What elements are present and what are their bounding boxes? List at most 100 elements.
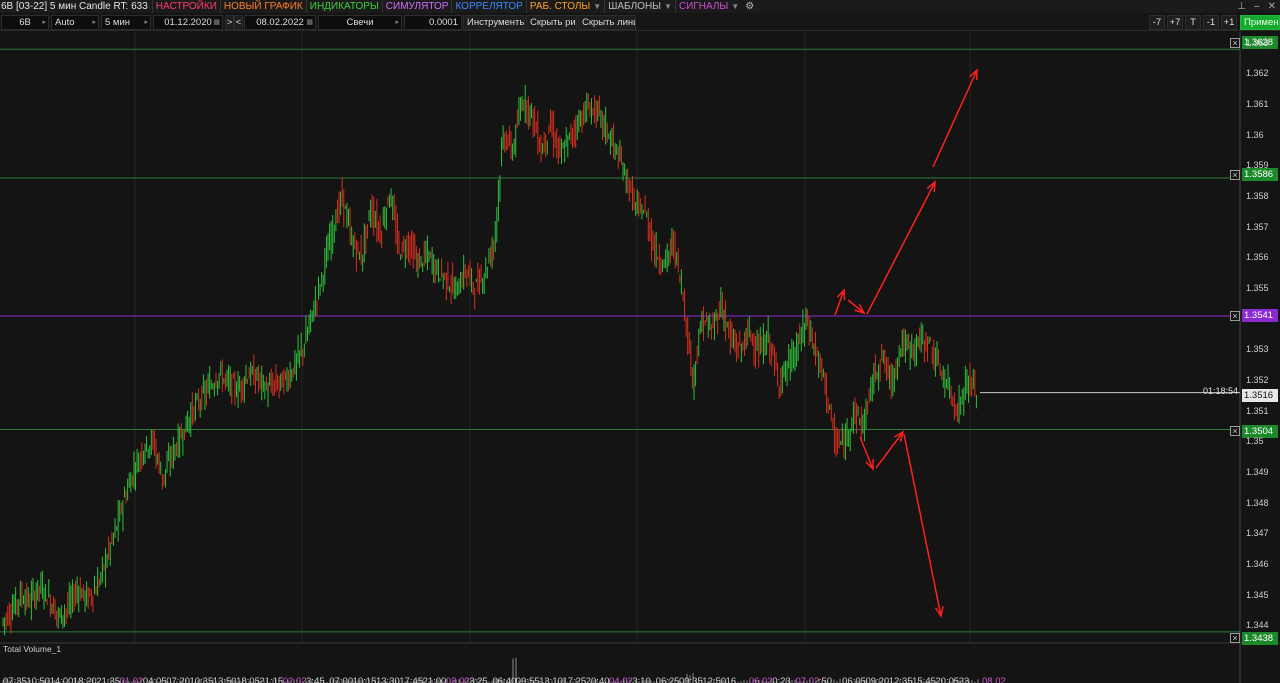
price-axis-label: 1.351 xyxy=(1246,405,1269,416)
menu-signals[interactable]: СИГНАЛЫ ▼ xyxy=(674,0,742,13)
menu-indicators[interactable]: ИНДИКАТОРЫ xyxy=(305,0,382,13)
symbol-select[interactable]: 6B ▸ xyxy=(1,15,49,30)
price-axis-label: 1.35 xyxy=(1246,436,1264,447)
pin-icon[interactable]: ⊥ xyxy=(1237,0,1246,13)
time-axis-label: 3:45 xyxy=(306,676,325,683)
time-axis-label: 10:15 xyxy=(352,676,377,683)
arrow-up-long xyxy=(866,181,936,315)
time-axis-date: 07.02 xyxy=(795,676,820,683)
arrow-down-long xyxy=(903,433,942,617)
time-axis-label: 09:20 xyxy=(865,676,890,683)
chevron-down-icon: ▼ xyxy=(731,2,740,11)
price-axis-label: 1.363 xyxy=(1246,37,1269,48)
calendar-icon: ▦ xyxy=(213,19,220,26)
chevron-down-icon: ▼ xyxy=(593,2,602,11)
chart-type-select[interactable]: Свечи ▸ xyxy=(318,15,402,30)
menu-correlator[interactable]: КОРРЕЛЯТОР xyxy=(451,0,525,13)
time-axis-date: 04.02 xyxy=(609,676,633,683)
time-axis-label: 16 xyxy=(725,676,737,683)
minimize-icon[interactable]: – xyxy=(1254,0,1260,13)
price-label: 1.3541 xyxy=(1242,309,1278,322)
time-axis-label: 12:50 xyxy=(702,676,727,683)
time-axis-label: :50 xyxy=(818,676,833,683)
zoom-minus1-button[interactable]: -1 xyxy=(1203,15,1219,30)
calendar-icon: ▦ xyxy=(306,19,313,26)
t-button[interactable]: T xyxy=(1185,15,1201,30)
menu-templates[interactable]: ШАБЛОНЫ ▼ xyxy=(604,0,675,13)
time-axis-label: 06:25 xyxy=(655,676,680,683)
date-from-field[interactable]: 01.12.2020 ▦ xyxy=(153,15,223,30)
price-axis-label: 1.349 xyxy=(1246,466,1269,477)
time-axis-label: 10:50 xyxy=(26,676,51,683)
time-axis-label: 06:40 xyxy=(492,676,517,683)
zoom-minus7-button[interactable]: -7 xyxy=(1149,15,1165,30)
close-icon[interactable]: × xyxy=(1230,38,1240,48)
price-axis-label: 1.359 xyxy=(1246,160,1269,171)
close-icon[interactable]: ✕ xyxy=(1268,0,1276,13)
arrow-down-lower xyxy=(859,436,874,470)
tick-size-field[interactable]: 0.0001 xyxy=(404,15,462,30)
time-axis-date: 06.02 xyxy=(748,676,773,683)
window-title: 6B [03-22] 5 мин Candle RT: 633 xyxy=(1,1,148,12)
price-axis-label: 1.355 xyxy=(1246,282,1269,293)
scale-select[interactable]: Auto ▸ xyxy=(51,15,99,30)
chevron-down-icon: ▸ xyxy=(144,19,148,26)
zoom-plus1-button[interactable]: +1 xyxy=(1221,15,1237,30)
price-axis-label: 1.347 xyxy=(1246,528,1269,539)
time-axis-label: 09:55 xyxy=(515,676,540,683)
zoom-plus7-button[interactable]: +7 xyxy=(1167,15,1183,30)
instruments-button[interactable]: Инструменты xyxy=(463,15,525,30)
hide-lines-button[interactable]: Скрыть линии xyxy=(578,15,636,30)
price-axis-label: 1.361 xyxy=(1246,98,1269,109)
time-axis-label: 21:15 xyxy=(259,676,284,683)
time-axis-label: 07:35 xyxy=(3,676,27,683)
date-to-field[interactable]: 08.02.2022 ▦ xyxy=(244,15,316,30)
nav-next-button[interactable]: > xyxy=(225,15,234,30)
time-axis-label: 06:05 xyxy=(842,676,866,683)
price-axis-label: 1.353 xyxy=(1246,344,1269,355)
time-axis-label: 14:00 xyxy=(49,676,74,683)
nav-prev-button[interactable]: < xyxy=(234,15,243,30)
chevron-down-icon: ▸ xyxy=(42,19,46,26)
menu-bar: 6B [03-22] 5 мин Candle RT: 633 НАСТРОЙК… xyxy=(0,0,1280,13)
chevron-down-icon: ▼ xyxy=(664,2,672,11)
time-axis-label: 13:50 xyxy=(212,676,237,683)
time-axis-label: 07:20 xyxy=(166,676,190,683)
close-icon[interactable]: × xyxy=(1230,311,1240,321)
chevron-down-icon: ▸ xyxy=(92,19,96,26)
chart-area[interactable]: × 1.3628 × 1.3586 × 1.3541 × 1.3504 × 1.… xyxy=(0,32,1280,683)
time-axis-label: 17:45 xyxy=(399,676,424,683)
menu-new-chart[interactable]: НОВЫЙ ГРАФИК xyxy=(219,0,306,13)
time-axis-date: 03.02 xyxy=(445,676,470,683)
time-axis-label: 0:23 xyxy=(772,676,791,683)
menu-simulator[interactable]: СИМУЛЯТОР xyxy=(381,0,452,13)
time-axis-label: 20:05 xyxy=(935,676,960,683)
close-icon[interactable]: × xyxy=(1230,633,1240,643)
time-axis-label: 23 xyxy=(958,676,970,683)
price-axis-label: 1.344 xyxy=(1246,620,1269,631)
time-axis-label: 13:30 xyxy=(375,676,400,683)
time-axis-date: 08.02 xyxy=(982,676,1006,683)
close-icon[interactable]: × xyxy=(1230,170,1240,180)
menu-workspaces[interactable]: РАБ. СТОЛЫ ▼ xyxy=(525,0,604,13)
time-axis-date: 01.02 xyxy=(119,676,144,683)
time-axis-label: 21:35 xyxy=(96,676,121,683)
hide-drawings-button[interactable]: Скрыть рис. xyxy=(526,15,577,30)
time-axis-label: 17:25 xyxy=(562,676,587,683)
time-axis-label: 09:35 xyxy=(678,676,703,683)
time-axis-label: 3:10 xyxy=(632,676,651,683)
apply-button[interactable]: Применить xyxy=(1240,15,1280,30)
price-axis-label: 1.36 xyxy=(1246,129,1264,140)
toolbar: 6B ▸ Auto ▸ 5 мин ▸ 01.12.2020 ▦ > < 08.02.2… xyxy=(0,14,1280,31)
timeframe-select[interactable]: 5 мин ▸ xyxy=(101,15,151,30)
price-axis-label: 1.348 xyxy=(1246,497,1269,508)
price-axis-label: 1.358 xyxy=(1246,190,1269,201)
price-chart[interactable] xyxy=(0,32,1280,683)
time-axis-label: 10:35 xyxy=(189,676,214,683)
menu-settings[interactable]: НАСТРОЙКИ xyxy=(151,0,220,13)
time-axis-label: 3:25 xyxy=(469,676,488,683)
close-icon[interactable]: × xyxy=(1230,426,1240,436)
arrow-up-small xyxy=(834,289,845,316)
gear-icon[interactable]: ⚙ xyxy=(742,1,757,12)
price-axis-label: 1.357 xyxy=(1246,221,1269,232)
